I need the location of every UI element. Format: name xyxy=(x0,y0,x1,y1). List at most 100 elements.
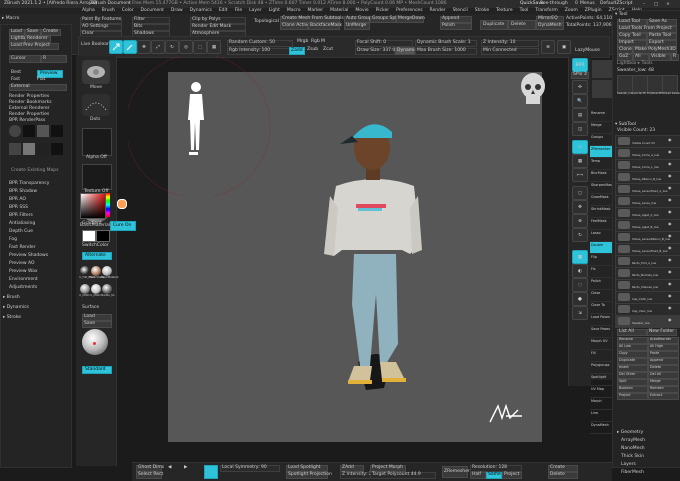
zadd-toggle[interactable]: Zadd xyxy=(289,47,305,55)
subtool-action-button[interactable]: Remesh xyxy=(648,386,679,393)
side-shelf-item[interactable]: Polish xyxy=(590,278,614,290)
standard-button[interactable]: Standard xyxy=(82,366,112,374)
bpr-thumb-depth[interactable] xyxy=(37,125,49,137)
mrgb-toggle[interactable]: Mrgb xyxy=(297,39,308,45)
load-spotlight-button[interactable]: Load Spotlight xyxy=(286,465,328,472)
side-shelf-item[interactable]: Save Poses xyxy=(590,326,614,338)
zoom-icon[interactable]: 🔍 xyxy=(572,94,588,108)
bpr-thumb-floor[interactable] xyxy=(23,143,35,155)
default-zscript-button[interactable]: DefaultZScript xyxy=(600,1,633,7)
main-color-swatch[interactable] xyxy=(82,230,96,242)
local-sym-button[interactable] xyxy=(204,465,218,479)
seethrough-slider[interactable]: See-through xyxy=(540,1,568,7)
resolution-slider[interactable]: Resolution: 128 xyxy=(470,465,522,472)
z-intensity-slider[interactable] xyxy=(289,40,291,42)
subtool-action-button[interactable]: Rename xyxy=(617,337,648,344)
side-shelf-item[interactable]: Polygroups xyxy=(590,362,614,374)
m-toggle[interactable]: M xyxy=(321,39,325,45)
eye-icon[interactable]: ◉ xyxy=(668,305,672,310)
macro-header[interactable]: ▸ Macro xyxy=(2,16,19,22)
side-shelf-item[interactable]: Rename xyxy=(590,110,614,122)
subtool-header[interactable]: ▾ SubTool xyxy=(615,122,636,128)
stroke-thumbnail[interactable] xyxy=(82,94,110,116)
aahalf-icon[interactable]: ◫ xyxy=(572,122,588,136)
dynamesh-button[interactable]: DynaMesh xyxy=(536,23,564,30)
append-button[interactable]: Append xyxy=(440,16,472,23)
geometry-section[interactable]: ▸ Geometry xyxy=(617,430,643,436)
eye-icon[interactable]: ◉ xyxy=(668,233,672,238)
surface-label[interactable]: Surface xyxy=(82,305,99,311)
load-tool-button[interactable]: Load Tool xyxy=(617,19,647,26)
eye-icon[interactable]: ◉ xyxy=(668,197,672,202)
prev-frame-icon[interactable]: ◀ xyxy=(168,465,171,470)
side-shelf-item[interactable]: Close xyxy=(590,290,614,302)
eye-icon[interactable]: ◉ xyxy=(668,173,672,178)
external-toggle[interactable]: External xyxy=(9,84,67,91)
bpr-thumb-ao[interactable] xyxy=(51,143,63,155)
alternate-button[interactable]: Alternate xyxy=(82,252,112,260)
side-shelf-item[interactable]: Flip xyxy=(590,254,614,266)
auto-groups-button[interactable]: Auto Groups xyxy=(344,16,374,23)
create-button[interactable]: Create xyxy=(41,29,61,36)
dynamics-section[interactable]: ▸ Dynamics xyxy=(3,305,29,311)
color-target-icon[interactable] xyxy=(117,199,127,209)
tool-thumb-1[interactable] xyxy=(592,60,612,78)
rotate-view-icon[interactable]: ↻ xyxy=(572,228,588,242)
subtool-action-button[interactable]: Delete xyxy=(648,365,679,372)
side-shelf-item[interactable]: FeelMask xyxy=(590,218,614,230)
create-bottom-button[interactable]: Create xyxy=(548,465,578,472)
side-shelf-item[interactable]: Morph xyxy=(590,398,614,410)
eye-icon[interactable]: ◉ xyxy=(668,209,672,214)
unmerge-button[interactable]: UnMerge xyxy=(344,23,370,30)
subtool-section[interactable]: FiberMesh xyxy=(621,470,680,479)
dynamic-icon[interactable]: ◎ xyxy=(179,40,193,54)
side-shelf-item[interactable]: BlurMask xyxy=(590,170,614,182)
ghost-icon[interactable]: ◌ xyxy=(572,278,588,292)
copy-tool-button[interactable]: Copy Tool xyxy=(617,33,647,40)
clip-by-polys[interactable]: Clip by Polys xyxy=(190,17,246,24)
character-model[interactable] xyxy=(296,104,456,404)
side-shelf-item[interactable]: UV Map xyxy=(590,386,614,398)
spotlight-projection-button[interactable]: Spotlight Projection xyxy=(286,472,332,479)
material-swatch[interactable] xyxy=(91,284,101,294)
navigation-skull-icon[interactable] xyxy=(518,72,548,106)
tool-thumbnail[interactable] xyxy=(662,75,678,93)
tool-header[interactable]: ▾ Tool xyxy=(615,12,627,18)
switch-color-button[interactable]: SwitchColor xyxy=(82,243,109,249)
goz-button[interactable]: GoZ xyxy=(617,54,633,61)
filter-toggle[interactable]: Filter xyxy=(132,17,170,24)
edit-icon[interactable] xyxy=(109,40,123,54)
color-hue-strip[interactable] xyxy=(106,193,110,217)
side-shelf-item[interactable]: ZRemesher xyxy=(590,146,614,158)
select-rect-button[interactable]: Select Rect xyxy=(136,472,163,479)
tool-thumbnail[interactable] xyxy=(617,75,633,93)
bpr-render-icon[interactable]: BPR xyxy=(572,58,588,72)
remesher-button[interactable]: ZRemesher xyxy=(442,466,470,478)
rotate-icon[interactable]: ↻ xyxy=(165,40,179,54)
scale-icon[interactable]: ⤢ xyxy=(151,40,165,54)
cursor-toggle[interactable]: Cursor xyxy=(9,55,41,63)
scroll-icon[interactable]: ✣ xyxy=(572,80,588,94)
load-tools-project-button[interactable]: Load Tools From Project xyxy=(617,26,677,33)
dynamic-brush-slider[interactable]: Dynamic Brush Scale: 1 xyxy=(415,40,477,47)
next-frame-icon[interactable]: ▶ xyxy=(184,465,187,470)
zoom3d-icon[interactable]: ⊕ xyxy=(572,214,588,228)
material-swatch[interactable] xyxy=(102,266,112,276)
subtool-action-button[interactable]: Split xyxy=(617,379,648,386)
spix-slider[interactable]: SPix 3 xyxy=(571,72,589,79)
side-shelf-item[interactable]: Groups xyxy=(590,134,614,146)
delete-button[interactable]: Delete xyxy=(508,20,536,30)
side-shelf-item[interactable]: Close To xyxy=(590,302,614,314)
load-material-button[interactable]: Load xyxy=(82,314,112,321)
rgb-intensity-slider[interactable]: Rgb Intensity: 100 xyxy=(227,48,293,55)
subtool-action-button[interactable]: Paste xyxy=(648,351,679,358)
floor-grid-icon[interactable]: ▦ xyxy=(572,154,588,168)
eye-icon[interactable]: ◉ xyxy=(668,293,672,298)
cursor-icon[interactable]: ⊕ xyxy=(541,40,555,54)
flat-toggle[interactable]: Flat xyxy=(37,77,45,83)
list-all-button[interactable]: List All xyxy=(617,329,647,336)
target-polycount-slider[interactable]: Target Polycount 44.9 xyxy=(370,472,436,479)
bpr-thumb-create[interactable] xyxy=(9,125,21,137)
bpr-thumb-shadow[interactable] xyxy=(9,143,21,155)
backface-mask-button[interactable]: BackfaceMask xyxy=(308,23,342,30)
